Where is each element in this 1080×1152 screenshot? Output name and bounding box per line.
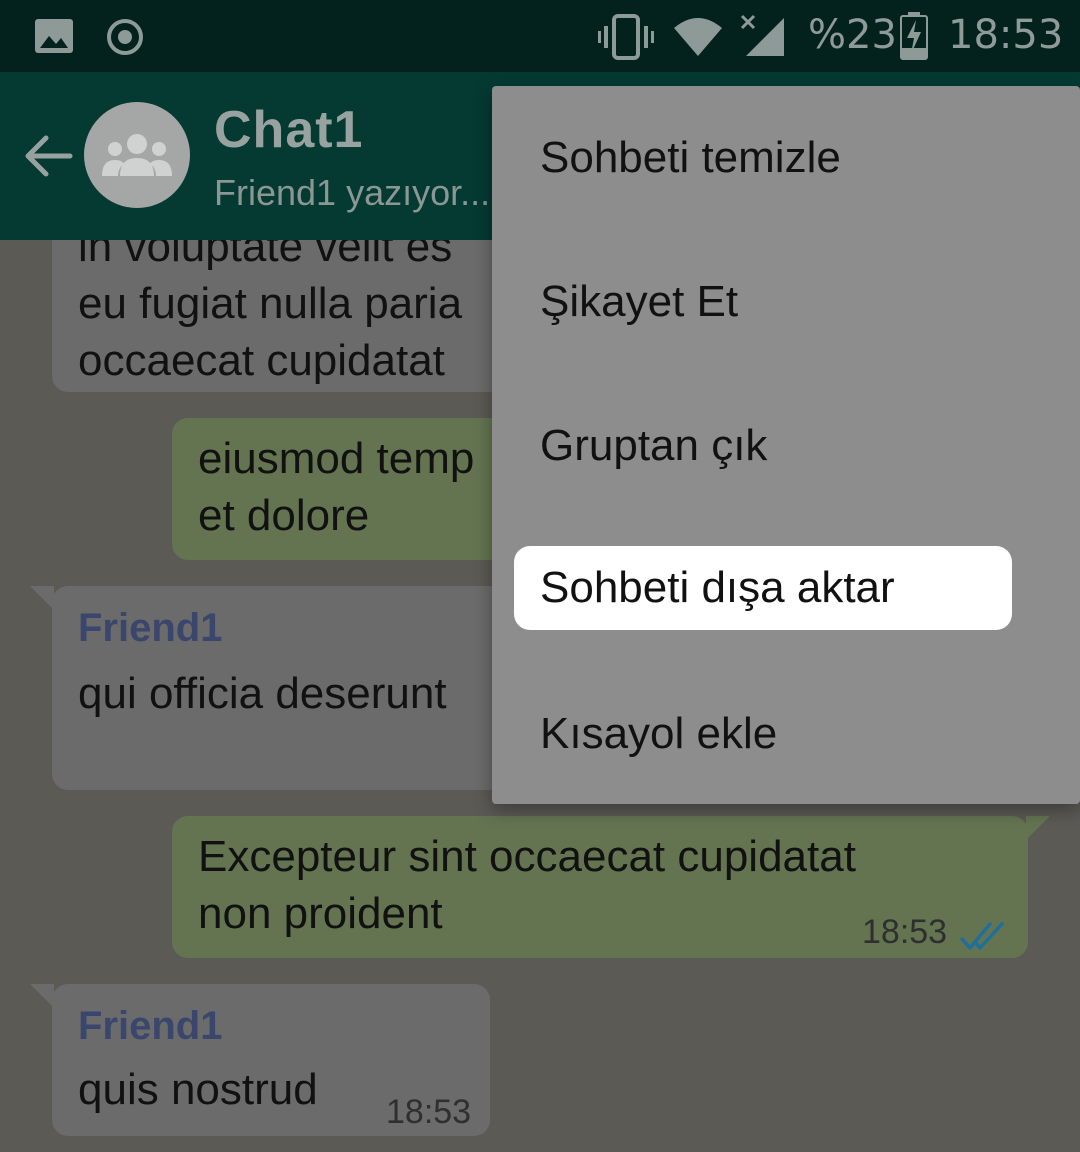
vibrate-icon	[598, 14, 654, 65]
back-arrow-icon[interactable]	[22, 130, 74, 187]
target-icon	[106, 18, 144, 61]
message-outgoing[interactable]: Excepteur sint occaecat cupidatat non pr…	[172, 816, 1028, 958]
sender-name: Friend1	[78, 1004, 223, 1048]
wifi-icon	[672, 14, 724, 63]
menu-item-add-shortcut[interactable]: Kısayol ekle	[514, 692, 1012, 776]
chat-title[interactable]: Chat1	[214, 100, 363, 160]
bubble-tail	[1026, 816, 1050, 840]
message-line: Excepteur sint occaecat cupidatat	[198, 832, 856, 881]
menu-item-exit-group[interactable]: Gruptan çık	[514, 404, 1012, 488]
menu-item-export-chat[interactable]: Sohbeti dışa aktar	[514, 546, 1012, 630]
bubble-tail	[30, 984, 54, 1008]
battery-charging-icon	[900, 12, 928, 65]
clock: 18:53	[948, 12, 1064, 58]
bubble-tail	[30, 586, 54, 610]
menu-item-clear-chat[interactable]: Sohbeti temizle	[514, 116, 1012, 200]
read-receipt-icon	[960, 908, 1008, 958]
message-time: 18:53	[386, 1093, 472, 1131]
overflow-menu: Sohbeti temizle Şikayet Et Gruptan çık S…	[492, 86, 1080, 804]
group-avatar[interactable]	[84, 102, 190, 208]
status-bar: %23 18:53	[0, 0, 1080, 72]
typing-status: Friend1 yazıyor...	[214, 172, 491, 213]
message-time: 18:53	[862, 913, 948, 951]
battery-percent: %23	[808, 12, 897, 58]
signal-icon	[740, 12, 786, 63]
message-incoming[interactable]: Friend1 quis nostrud 18:53	[52, 984, 490, 1136]
group-icon	[102, 134, 172, 176]
menu-item-report[interactable]: Şikayet Et	[514, 260, 1012, 344]
image-icon	[34, 18, 74, 59]
